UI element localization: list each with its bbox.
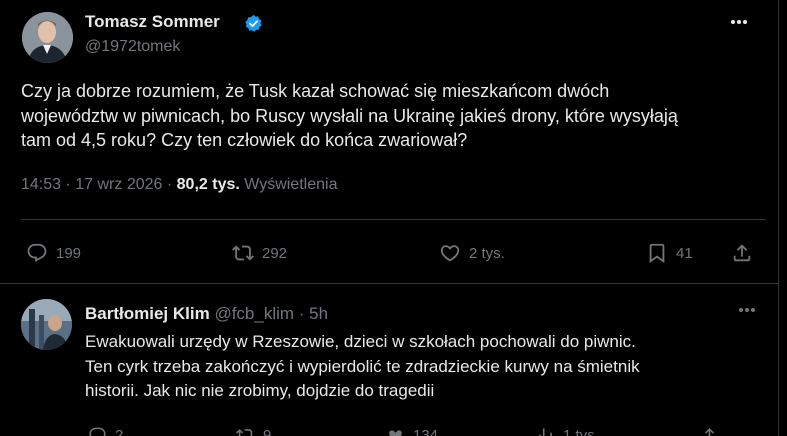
author-name[interactable]: Tomasz Sommer xyxy=(85,12,220,32)
reply-text-line: Ewakuowali urzędy w Rzeszowie, dzieci w … xyxy=(85,332,636,351)
reply-count: 199 xyxy=(56,244,82,262)
reply-author-handle[interactable]: @fcb_klim xyxy=(214,304,294,323)
reply-repost-count: 9 xyxy=(263,427,272,436)
share-button[interactable] xyxy=(731,242,753,264)
verified-badge-icon xyxy=(245,14,262,32)
heart-icon xyxy=(440,245,460,262)
repost-button[interactable]: 292 xyxy=(232,242,287,264)
reply-text-line: historii. Jak nic nie zrobimy, dojdzie d… xyxy=(85,381,435,400)
like-count: 2 tys. xyxy=(469,244,505,262)
tweet-text-line: tam od 4,5 roku? Czy ten człowiek do koń… xyxy=(21,130,468,150)
reply-reply-button[interactable]: 2 xyxy=(88,426,123,436)
reply-share-button[interactable] xyxy=(700,426,719,436)
reply-text-line: Ten cyrk trzeba zakończyć i wypierdolić … xyxy=(85,356,640,376)
reply-reply-count: 2 xyxy=(115,427,124,436)
reply-more-options-icon[interactable] xyxy=(734,300,760,320)
views-label: Wyświetlenia xyxy=(244,176,338,193)
author-handle[interactable]: @1972tomek xyxy=(85,38,180,56)
tweet-thread: Tomasz Sommer @1972tomek Czy ja dobrze r… xyxy=(0,0,787,436)
like-button[interactable]: 2 tys. xyxy=(439,242,505,264)
tweet-text-line: Czy ja dobrze rozumiem, że Tusk kazał sc… xyxy=(21,81,610,101)
tweet-text-line: województw w piwnicach, bo Ruscy wysłali… xyxy=(21,105,678,126)
bookmark-icon xyxy=(649,243,665,264)
reply-icon xyxy=(27,243,47,262)
bookmark-button[interactable]: 41 xyxy=(646,242,693,264)
author-avatar[interactable] xyxy=(22,12,73,63)
reply-text: Ewakuowali urzędy w Rzeszowie, dzieci w … xyxy=(85,330,765,404)
reply-like-button[interactable]: 134 xyxy=(386,426,438,436)
reply-author-name[interactable]: Bartłomiej Klim xyxy=(85,304,210,323)
reply-time[interactable]: · 5h xyxy=(299,304,328,323)
more-options-icon[interactable] xyxy=(725,12,753,32)
tweet-meta: 14:53 · 17 wrz 2026 · 80,2 tys. Wyświetl… xyxy=(21,176,337,194)
bookmark-count: 41 xyxy=(676,244,693,262)
tweet-text: Czy ja dobrze rozumiem, że Tusk kazał sc… xyxy=(21,79,766,153)
divider xyxy=(0,283,778,284)
reply-views-count: 1 tys. xyxy=(563,427,599,436)
share-icon xyxy=(733,244,751,262)
repost-count: 292 xyxy=(262,244,288,262)
share-icon xyxy=(704,428,715,436)
repost-icon xyxy=(232,245,254,261)
reply-icon xyxy=(89,427,106,436)
scrollbar-track[interactable] xyxy=(779,0,787,436)
divider xyxy=(21,219,766,220)
reply-header: Bartłomiej Klim @fcb_klim · 5h xyxy=(85,304,328,324)
reply-author-avatar[interactable] xyxy=(21,299,72,350)
reply-views-button[interactable]: 1 tys. xyxy=(536,426,599,436)
meta-separator: · xyxy=(166,176,173,193)
repost-icon xyxy=(236,429,253,436)
reply-repost-button[interactable]: 9 xyxy=(236,426,271,436)
views-count: 80,2 tys. xyxy=(176,176,240,193)
reply-like-count: 134 xyxy=(413,427,439,436)
reply-button[interactable]: 199 xyxy=(26,242,81,264)
heart-icon xyxy=(389,430,402,436)
views-icon xyxy=(539,428,552,436)
tweet-timestamp[interactable]: 14:53 · 17 wrz 2026 xyxy=(21,176,162,193)
